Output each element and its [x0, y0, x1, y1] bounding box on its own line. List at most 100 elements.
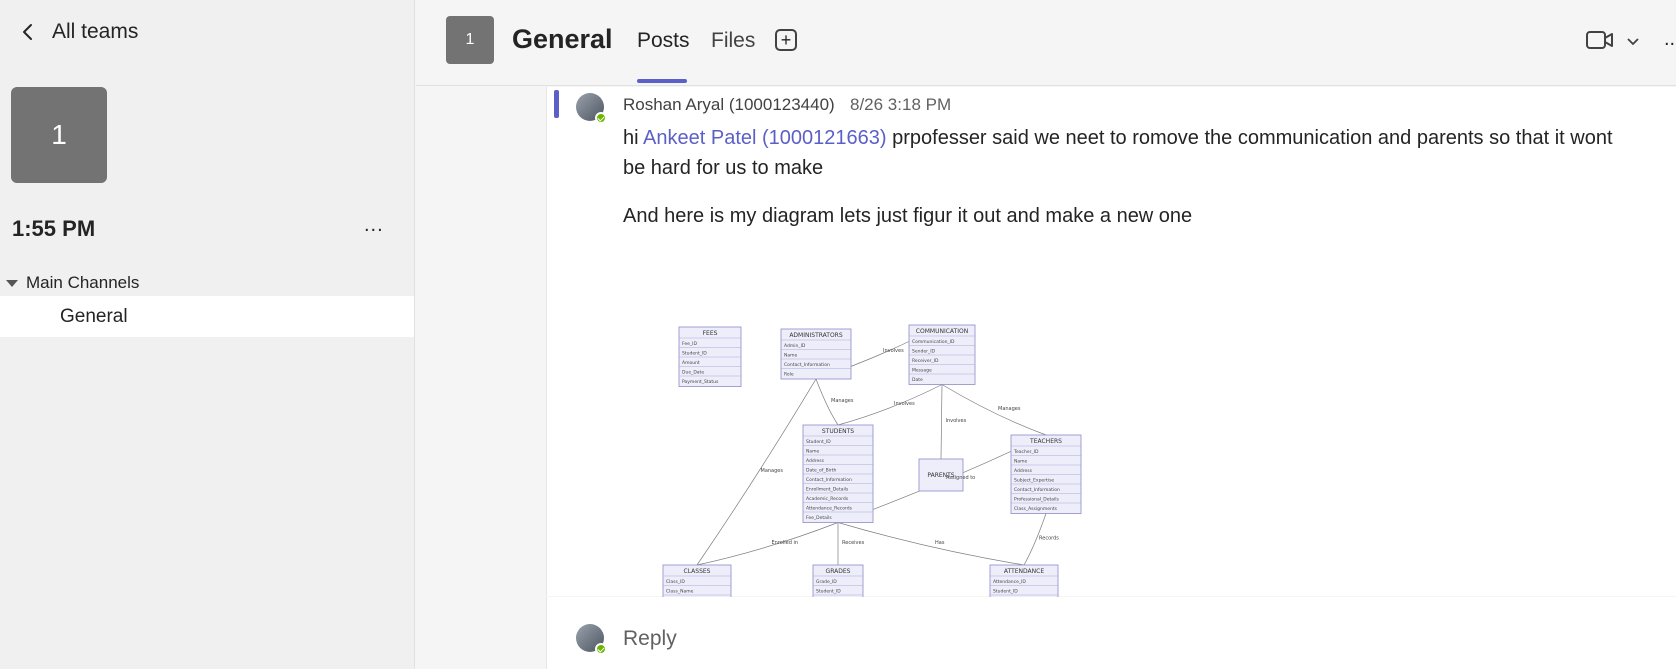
entity-attribute: Grade_ID: [816, 579, 837, 585]
relationship-line: [837, 384, 943, 426]
entity-communication: COMMUNICATION Communication_ID Sender_ID Re…: [908, 324, 976, 385]
entity-name: GRADES: [826, 568, 851, 575]
entity-attribute: Amount: [682, 360, 700, 366]
relationship-line: [940, 384, 943, 460]
relationship-label: Involves: [894, 401, 915, 407]
reply-button[interactable]: Reply: [623, 627, 677, 651]
channel-header: 1 General Posts Files + ...: [416, 0, 1676, 86]
relationship-label: Manages: [831, 398, 854, 404]
active-tab-indicator: [637, 79, 687, 83]
entity-name: ADMINISTRATORS: [789, 332, 843, 339]
entity-attribute: Address: [806, 458, 825, 464]
entity-attribute: Subject_Expertise: [1014, 478, 1054, 484]
entity-name: STUDENTS: [822, 428, 854, 435]
entity-teachers: TEACHERS Teacher_ID Name Address Subject_Exp…: [1010, 434, 1082, 514]
unread-indicator: [554, 90, 559, 118]
relationship-label: Receives: [842, 540, 865, 546]
teams-app: All teams 1 1:55 PM ... Main Channels Ge…: [0, 0, 1676, 669]
entity-name: FEES: [703, 330, 718, 337]
add-tab-button[interactable]: +: [775, 29, 797, 51]
relationship-line: [696, 522, 839, 566]
entity-attribute: Due_Date: [682, 370, 704, 376]
entity-attribute: Communication_ID: [912, 339, 955, 345]
entity-attribute: Attendance_Records: [806, 506, 853, 512]
entity-attribute: Contact_Information: [784, 362, 830, 368]
tab-files[interactable]: Files: [711, 29, 755, 53]
channel-avatar: 1: [446, 16, 494, 64]
entity-attribute: Date_of_Birth: [806, 468, 837, 474]
entity-attribute: Attendance_ID: [993, 579, 1026, 585]
entity-attribute: Fee_Details: [806, 515, 832, 521]
message-text-2: And here is my diagram lets just figur i…: [623, 205, 1193, 227]
relationship-label: Involves: [946, 418, 967, 424]
entity-attribute: Receiver_ID: [912, 358, 939, 364]
relationship-label: Enrolled in: [772, 540, 799, 546]
entity-administrators: ADMINISTRATORS Admin_ID Name Contact_Inform…: [780, 328, 852, 380]
message-author[interactable]: Roshan Aryal (1000123440): [623, 95, 835, 115]
entity-attribute: Role: [784, 372, 794, 378]
entity-attribute: Class_Assignments: [1014, 506, 1058, 512]
avatar: [576, 624, 607, 655]
entity-name: CLASSES: [684, 568, 711, 575]
relationship-label: Records: [1039, 535, 1059, 541]
header-more-options-button[interactable]: ...: [1664, 28, 1676, 51]
entity-attribute: Enrollment_Details: [806, 487, 849, 493]
team-avatar[interactable]: 1: [11, 87, 107, 183]
chevron-left-icon: [23, 24, 32, 40]
avatar[interactable]: [576, 93, 607, 124]
entity-attribute: Student_ID: [816, 589, 841, 595]
relationship-label: Involves: [883, 348, 904, 354]
relationship-label: Manages: [761, 468, 784, 474]
caret-down-icon: [6, 279, 18, 287]
entity-attribute: Date: [912, 377, 923, 383]
entity-attribute: Fee_ID: [682, 341, 697, 347]
relationship-label: Assigned to: [946, 475, 975, 481]
mention-link[interactable]: Ankeet Patel (1000121663): [643, 127, 887, 149]
meet-options-button[interactable]: [1626, 34, 1640, 52]
back-label: All teams: [52, 20, 139, 43]
section-label: Main Channels: [26, 273, 140, 292]
message-text-prefix: hi: [623, 127, 644, 149]
entity-name: COMMUNICATION: [916, 328, 968, 335]
entity-attribute: Academic_Records: [806, 496, 849, 502]
relationship-line: [941, 384, 1047, 436]
entity-attribute: Sender_ID: [912, 349, 936, 355]
left-panel: All teams 1 1:55 PM ... Main Channels Ge…: [0, 0, 415, 669]
presence-available-icon: [595, 643, 607, 655]
channel-item-general[interactable]: General: [0, 296, 414, 337]
presence-available-icon: [595, 112, 607, 124]
video-camera-icon: [1586, 31, 1613, 49]
entity-attribute: Contact_Information: [1014, 487, 1060, 493]
message-timestamp: 8/26 3:18 PM: [850, 95, 952, 114]
back-to-teams-button[interactable]: All teams: [18, 20, 138, 44]
channel-title: General: [512, 24, 613, 54]
main-channels-section[interactable]: Main Channels: [6, 273, 139, 293]
entity-name: ATTENDANCE: [1004, 568, 1044, 575]
entity-students: STUDENTS Student_ID Name Address Date_of_Bir…: [802, 424, 874, 523]
entity-name: TEACHERS: [1029, 438, 1062, 445]
entity-attribute: Student_ID: [993, 589, 1018, 595]
entity-fees: FEES Fee_ID Student_ID Amount Due_Date Paymen…: [678, 326, 742, 387]
relationship-label: Manages: [998, 406, 1021, 412]
entity-attribute: Class_ID: [666, 579, 685, 585]
entity-attribute: Name: [784, 353, 798, 359]
entity-attribute: Name: [806, 449, 820, 455]
relationship-label: Has: [935, 540, 945, 546]
entity-attribute: Class_Name: [666, 589, 694, 595]
entity-attribute: Message: [912, 368, 932, 374]
entity-attribute: Name: [1014, 459, 1028, 465]
relationship-line: [837, 522, 1025, 566]
channel-label: General: [60, 305, 128, 327]
message-body: hi Ankeet Patel (1000121663) prpofesser …: [623, 123, 1623, 183]
entity-attribute: Student_ID: [806, 439, 831, 445]
team-more-options-button[interactable]: ...: [364, 214, 384, 237]
entity-attribute: Contact_Information: [806, 477, 852, 483]
posts-area: Roshan Aryal (1000123440) 8/26 3:18 PM h…: [416, 87, 1676, 669]
reply-area[interactable]: [546, 597, 1676, 669]
entity-attribute: Address: [1014, 468, 1033, 474]
entity-attribute: Teacher_ID: [1013, 449, 1039, 455]
chevron-down-icon: [1627, 38, 1639, 46]
entity-attribute: Student_ID: [682, 351, 707, 357]
tab-posts[interactable]: Posts: [637, 29, 690, 53]
meet-button[interactable]: [1586, 30, 1614, 55]
